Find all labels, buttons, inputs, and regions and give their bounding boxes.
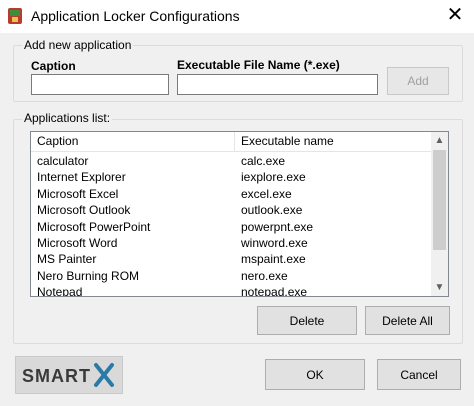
close-button[interactable]: ✕	[440, 4, 470, 28]
delete-button[interactable]: Delete	[257, 306, 357, 335]
row-caption: Notepad	[37, 285, 83, 297]
row-exe: iexplore.exe	[241, 170, 306, 185]
row-exe: calc.exe	[241, 154, 286, 168]
caption-input[interactable]	[31, 74, 169, 95]
exe-label: Executable File Name (*.exe)	[177, 58, 340, 72]
app-lock-icon	[8, 8, 22, 24]
smartx-logo-graphic: SMART	[22, 363, 114, 387]
row-caption: MS Painter	[37, 252, 97, 267]
exe-name-input[interactable]	[177, 74, 378, 95]
list-group-legend: Applications list:	[22, 111, 113, 125]
table-row[interactable]: Microsoft Outlook outlook.exe	[31, 202, 433, 218]
scrollbar-thumb[interactable]	[433, 150, 446, 250]
scroll-down-arrow-icon[interactable]: ▼	[431, 279, 448, 296]
smartx-logo: SMART	[15, 356, 123, 394]
title-bar: Application Locker Configurations ✕	[0, 0, 474, 33]
cancel-button[interactable]: Cancel	[377, 359, 461, 390]
row-caption: Microsoft Word	[37, 235, 118, 250]
row-caption: Microsoft Outlook	[37, 203, 131, 218]
ok-button[interactable]: OK	[265, 359, 365, 390]
row-caption: Microsoft Excel	[37, 186, 119, 201]
table-row[interactable]: calculator calc.exe	[31, 153, 433, 169]
row-caption: calculator	[37, 154, 89, 168]
row-exe: winword.exe	[241, 235, 308, 250]
table-row[interactable]: Microsoft Word winword.exe	[31, 235, 433, 251]
delete-all-button[interactable]: Delete All	[365, 306, 450, 335]
row-exe: excel.exe	[241, 186, 292, 201]
table-row[interactable]: Nero Burning ROM nero.exe	[31, 268, 433, 284]
row-exe: outlook.exe	[241, 203, 303, 218]
scroll-up-arrow-icon[interactable]: ▲	[431, 132, 448, 149]
applications-listview[interactable]: Caption Executable name calculator calc.…	[30, 131, 449, 297]
row-caption: Nero Burning ROM	[37, 268, 140, 283]
table-row[interactable]: Microsoft Excel excel.exe	[31, 186, 433, 202]
caption-label: Caption	[31, 59, 76, 73]
vertical-scrollbar[interactable]: ▲ ▼	[431, 132, 448, 296]
row-exe: notepad.exe	[241, 285, 308, 297]
listview-body: calculator calc.exe Internet Explorer ie…	[31, 153, 433, 297]
row-exe: powerpnt.exe	[241, 219, 314, 234]
listview-header: Caption Executable name	[31, 132, 433, 152]
row-exe: mspaint.exe	[241, 252, 306, 267]
table-row[interactable]: Notepad notepad.exe	[31, 284, 433, 297]
column-header-caption[interactable]: Caption	[31, 132, 235, 152]
add-button[interactable]: Add	[387, 67, 449, 95]
column-header-executable[interactable]: Executable name	[235, 132, 433, 152]
table-row[interactable]: Internet Explorer iexplore.exe	[31, 169, 433, 185]
row-caption: Microsoft PowerPoint	[37, 219, 151, 234]
add-group-legend: Add new application	[22, 38, 134, 52]
table-row[interactable]: MS Painter mspaint.exe	[31, 251, 433, 267]
window-title: Application Locker Configurations	[31, 8, 240, 24]
svg-text:SMART: SMART	[22, 366, 91, 386]
row-caption: Internet Explorer	[37, 170, 126, 185]
row-exe: nero.exe	[241, 268, 288, 283]
table-row[interactable]: Microsoft PowerPoint powerpnt.exe	[31, 219, 433, 235]
